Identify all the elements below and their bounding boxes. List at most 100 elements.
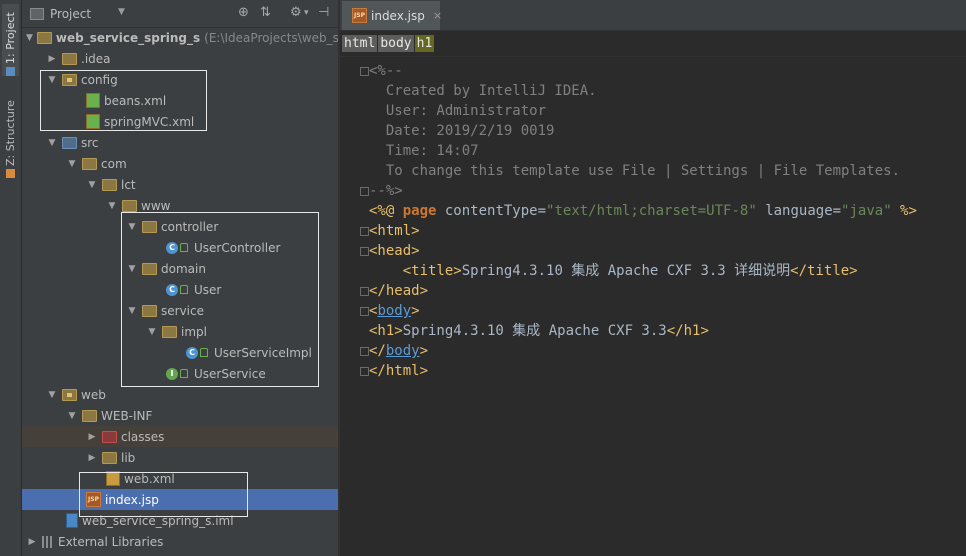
- tree-item-path-hint: (E:\IdeaProjects\web_ser: [204, 30, 338, 45]
- fold-marker-icon[interactable]: [360, 187, 369, 196]
- chevron-down-icon[interactable]: ▼: [66, 411, 78, 421]
- tab-project-tool-window[interactable]: 1: Project: [2, 4, 19, 76]
- code-line[interactable]: <h1>Spring4.3.10 集成 Apache CXF 3.3</h1>: [369, 321, 917, 341]
- chevron-down-icon[interactable]: ▼: [146, 327, 158, 337]
- code-line[interactable]: <title>Spring4.3.10 集成 Apache CXF 3.3 详细…: [369, 261, 917, 281]
- hide-panel-icon[interactable]: ⊣: [318, 5, 329, 20]
- fold-marker-icon[interactable]: [360, 307, 369, 316]
- fold-marker-icon[interactable]: [360, 367, 369, 376]
- code-line[interactable]: <%--: [369, 61, 917, 81]
- tree-item-lct[interactable]: ▼ lct: [22, 174, 338, 195]
- gear-icon[interactable]: ⚙: [290, 5, 302, 20]
- tree-item-controller[interactable]: ▼ controller: [22, 216, 338, 237]
- code-line[interactable]: </body>: [369, 341, 917, 361]
- code-line[interactable]: <%@ page contentType="text/html;charset=…: [369, 201, 917, 221]
- code-line[interactable]: </head>: [369, 281, 917, 301]
- fold-marker-icon[interactable]: [360, 347, 369, 356]
- tree-item-config[interactable]: ▼ config: [22, 69, 338, 90]
- chevron-right-icon[interactable]: ▶: [46, 54, 58, 64]
- code-line[interactable]: User: Administrator: [369, 101, 917, 121]
- chevron-down-icon[interactable]: ▼: [106, 201, 118, 211]
- project-view-title[interactable]: Project: [50, 7, 91, 21]
- code-line[interactable]: <html>: [369, 221, 917, 241]
- tree-item-index-jsp[interactable]: JSP index.jsp: [22, 489, 338, 510]
- tree-item-userservice[interactable]: I UserService: [22, 363, 338, 384]
- chevron-down-icon[interactable]: ▼: [126, 222, 138, 232]
- chevron-down-icon[interactable]: ▼: [46, 75, 58, 85]
- chevron-down-icon[interactable]: ▼: [118, 7, 125, 17]
- code-line[interactable]: To change this template use File | Setti…: [369, 161, 917, 181]
- breadcrumb-item-body[interactable]: body: [378, 35, 414, 52]
- code-area[interactable]: <%-- Created by IntelliJ IDEA. User: Adm…: [369, 61, 917, 381]
- package-icon: [142, 220, 157, 233]
- locate-icon[interactable]: ⊕: [238, 5, 249, 20]
- package-icon: [102, 178, 117, 191]
- code-line[interactable]: Time: 14:07: [369, 141, 917, 161]
- code-line[interactable]: Date: 2019/2/19 0019: [369, 121, 917, 141]
- tool-window-strip: 1: Project Z: Structure: [0, 0, 22, 556]
- fold-marker-icon[interactable]: [360, 227, 369, 236]
- tree-item-lib[interactable]: ▶ lib: [22, 447, 338, 468]
- code-line[interactable]: <body>: [369, 301, 917, 321]
- chevron-down-icon[interactable]: ▼: [66, 159, 78, 169]
- tree-item-label: config: [81, 72, 118, 87]
- tree-item-service[interactable]: ▼ service: [22, 300, 338, 321]
- tree-item-springmvc-xml[interactable]: springMVC.xml: [22, 111, 338, 132]
- tab-index-jsp[interactable]: JSP index.jsp ×: [342, 1, 442, 30]
- jsp-icon: JSP: [86, 492, 101, 507]
- class-icon: C: [166, 283, 178, 296]
- tree-item-www[interactable]: ▼ www: [22, 195, 338, 216]
- breadcrumb-item-h1[interactable]: h1: [414, 35, 435, 52]
- fold-marker-icon[interactable]: [360, 287, 369, 296]
- libraries-icon: [42, 535, 54, 548]
- collapse-icon[interactable]: ⇅: [260, 5, 271, 20]
- tree-item-label: web: [81, 387, 106, 402]
- tree-item-impl[interactable]: ▼ impl: [22, 321, 338, 342]
- tree-item-com[interactable]: ▼ com: [22, 153, 338, 174]
- chevron-right-icon[interactable]: ▶: [86, 432, 98, 442]
- chevron-right-icon[interactable]: ▶: [86, 453, 98, 463]
- breadcrumb-item-html[interactable]: html: [342, 35, 378, 52]
- breadcrumb: html body h1: [340, 31, 966, 57]
- tree-item-usercontroller[interactable]: C UserController: [22, 237, 338, 258]
- tree-item-web-xml[interactable]: web.xml: [22, 468, 338, 489]
- chevron-right-icon[interactable]: ▶: [26, 537, 38, 547]
- package-icon: [162, 325, 177, 338]
- code-line[interactable]: --%>: [369, 181, 917, 201]
- tree-item-label: User: [194, 282, 222, 297]
- code-line[interactable]: Created by IntelliJ IDEA.: [369, 81, 917, 101]
- tree-item-beans-xml[interactable]: beans.xml: [22, 90, 338, 111]
- tree-item-module-root[interactable]: ▼ web_service_spring_s (E:\IdeaProjects\…: [22, 27, 338, 48]
- lock-icon: [200, 348, 208, 357]
- excluded-folder-icon: [102, 430, 117, 443]
- tree-item-classes[interactable]: ▶ classes: [22, 426, 338, 447]
- project-panel-header: Project ▼ ⊕ ⇅ ⚙ ▾ ⊣: [22, 0, 338, 28]
- tree-item-src[interactable]: ▼ src: [22, 132, 338, 153]
- tree-item-web-inf[interactable]: ▼ WEB-INF: [22, 405, 338, 426]
- code-line[interactable]: </html>: [369, 361, 917, 381]
- tree-item-user[interactable]: C User: [22, 279, 338, 300]
- interface-icon: I: [166, 367, 178, 380]
- chevron-down-icon[interactable]: ▼: [26, 33, 33, 43]
- editor-gutter: [340, 57, 369, 556]
- tree-item-web[interactable]: ▼ web: [22, 384, 338, 405]
- fold-marker-icon[interactable]: [360, 247, 369, 256]
- class-icon: C: [186, 346, 198, 359]
- chevron-down-icon[interactable]: ▼: [86, 180, 98, 190]
- close-icon[interactable]: ×: [433, 9, 442, 22]
- chevron-down-icon[interactable]: ▼: [126, 306, 138, 316]
- tree-item-idea[interactable]: ▶ .idea: [22, 48, 338, 69]
- chevron-down-icon[interactable]: ▼: [126, 264, 138, 274]
- source-folder-icon: [62, 136, 77, 149]
- tree-item-domain[interactable]: ▼ domain: [22, 258, 338, 279]
- tree-item-iml[interactable]: web_service_spring_s.iml: [22, 510, 338, 531]
- tab-structure-tool-window[interactable]: Z: Structure: [2, 94, 19, 178]
- code-line[interactable]: <head>: [369, 241, 917, 261]
- gear-dropdown-icon[interactable]: ▾: [304, 8, 309, 18]
- tree-item-external-libraries[interactable]: ▶ External Libraries: [22, 531, 338, 552]
- tree-item-userserviceimpl[interactable]: C UserServiceImpl: [22, 342, 338, 363]
- fold-marker-icon[interactable]: [360, 67, 369, 76]
- tree-item-label: web_service_spring_s: [55, 30, 201, 45]
- chevron-down-icon[interactable]: ▼: [46, 138, 58, 148]
- chevron-down-icon[interactable]: ▼: [46, 390, 58, 400]
